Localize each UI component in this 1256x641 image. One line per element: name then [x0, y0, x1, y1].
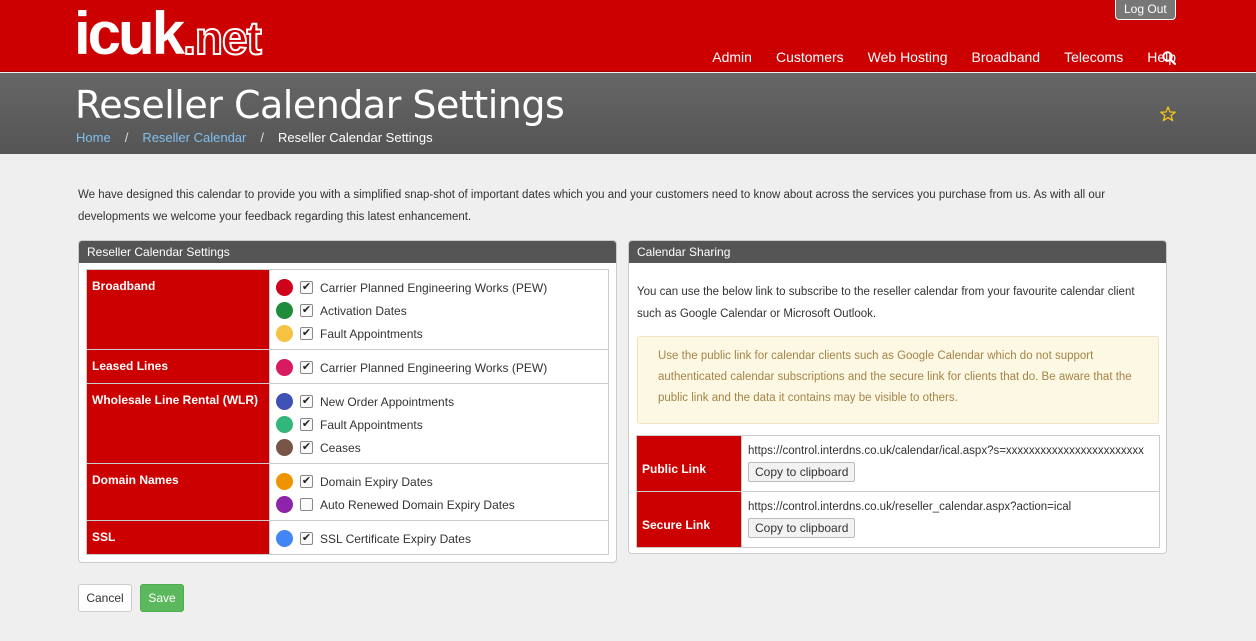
category-label: Wholesale Line Rental (WLR): [86, 383, 270, 464]
settings-table: Broadband ✔ Carrier Planned Engineering Wo…: [86, 269, 609, 555]
logo-suffix-text: .net: [182, 11, 263, 65]
option-checkbox[interactable]: ✔: [300, 281, 313, 294]
calendar-option: ✔ Carrier Planned Engineering Works (PEW): [276, 356, 602, 379]
table-row: Leased Lines ✔ Carrier Planned Engineering…: [86, 349, 609, 384]
option-label: Ceases: [320, 440, 361, 455]
nav-web-hosting[interactable]: Web Hosting: [868, 49, 948, 65]
option-label: Domain Expiry Dates: [320, 474, 433, 489]
calendar-option: Auto Renewed Domain Expiry Dates: [276, 493, 602, 516]
sharing-description: You can use the below link to subscribe …: [637, 286, 1135, 320]
option-label: New Order Appointments: [320, 394, 455, 409]
color-dot-icon: [276, 530, 293, 547]
table-row: Public Link https://control.interdns.co.…: [636, 435, 1160, 492]
category-options: ✔ Carrier Planned Engineering Works (PEW)…: [269, 269, 609, 350]
category-options: ✔ New Order Appointments ✔ Fault Appointmen…: [269, 383, 609, 464]
nav-admin[interactable]: Admin: [712, 49, 752, 65]
option-label: Fault Appointments: [320, 326, 423, 341]
option-checkbox[interactable]: ✔: [300, 441, 313, 454]
table-row: Domain Names ✔ Domain Expiry Dates Auto Ren…: [86, 463, 609, 521]
color-dot-icon: [276, 393, 293, 410]
title-band: Reseller Calendar Settings Home / Resell…: [0, 73, 1256, 154]
option-checkbox[interactable]: ✔: [300, 395, 313, 408]
color-dot-icon: [276, 325, 293, 342]
nav-broadband[interactable]: Broadband: [972, 49, 1041, 65]
panel-heading: Reseller Calendar Settings: [79, 241, 616, 263]
calendar-option: ✔ New Order Appointments: [276, 390, 602, 413]
option-label: Carrier Planned Engineering Works (PEW): [320, 280, 548, 295]
nav-customers[interactable]: Customers: [776, 49, 844, 65]
logout-button[interactable]: Log Out: [1115, 0, 1176, 20]
icuk-logo[interactable]: icuk .net: [74, 0, 263, 67]
breadcrumb-current: Reseller Calendar Settings: [278, 130, 433, 145]
category-options: ✔ Carrier Planned Engineering Works (PEW): [269, 349, 609, 384]
breadcrumb-separator: /: [260, 130, 264, 145]
option-checkbox[interactable]: ✔: [300, 475, 313, 488]
option-label: Activation Dates: [320, 303, 407, 318]
option-checkbox[interactable]: ✔: [300, 304, 313, 317]
public-link-url[interactable]: https://control.interdns.co.uk/calendar/…: [748, 445, 1153, 457]
category-options: ✔ Domain Expiry Dates Auto Renewed Domain …: [269, 463, 609, 521]
table-row: Secure Link https://control.interdns.co.…: [636, 491, 1160, 548]
category-label: Leased Lines: [86, 349, 270, 384]
option-checkbox[interactable]: ✔: [300, 532, 313, 545]
calendar-option: ✔ Activation Dates: [276, 299, 602, 322]
color-dot-icon: [276, 416, 293, 433]
color-dot-icon: [276, 496, 293, 513]
link-label: Public Link: [636, 435, 742, 492]
link-cell: https://control.interdns.co.uk/calendar/…: [741, 435, 1160, 492]
category-label: SSL: [86, 520, 270, 555]
breadcrumb: Home / Reseller Calendar / Reseller Cale…: [76, 130, 433, 145]
option-checkbox[interactable]: ✔: [300, 327, 313, 340]
cancel-button[interactable]: Cancel: [78, 584, 132, 612]
page-title: Reseller Calendar Settings: [75, 83, 565, 127]
option-checkbox[interactable]: ✔: [300, 418, 313, 431]
color-dot-icon: [276, 473, 293, 490]
link-label: Secure Link: [636, 491, 742, 548]
table-row: Wholesale Line Rental (WLR) ✔ New Order Ap…: [86, 383, 609, 464]
calendar-option: ✔ Fault Appointments: [276, 322, 602, 345]
copy-secure-link-button[interactable]: Copy to clipboard: [748, 518, 856, 538]
nav-telecoms[interactable]: Telecoms: [1064, 49, 1123, 65]
category-options: ✔ SSL Certificate Expiry Dates: [269, 520, 609, 555]
intro-text: We have designed this calendar to provid…: [78, 189, 1106, 223]
calendar-option: ✔ Carrier Planned Engineering Works (PEW): [276, 276, 602, 299]
category-label: Broadband: [86, 269, 270, 350]
option-checkbox[interactable]: [300, 498, 313, 511]
reseller-calendar-settings-panel: Reseller Calendar Settings Broadband ✔ Car…: [78, 240, 617, 563]
color-dot-icon: [276, 279, 293, 296]
color-dot-icon: [276, 302, 293, 319]
category-label: Domain Names: [86, 463, 270, 521]
option-label: Auto Renewed Domain Expiry Dates: [320, 497, 515, 512]
color-dot-icon: [276, 359, 293, 376]
breadcrumb-separator: /: [124, 130, 129, 145]
link-cell: https://control.interdns.co.uk/reseller_…: [741, 491, 1160, 548]
calendar-sharing-panel: Calendar Sharing You can use the below l…: [628, 240, 1167, 554]
breadcrumb-home[interactable]: Home: [76, 130, 111, 145]
calendar-option: ✔ Domain Expiry Dates: [276, 470, 602, 493]
calendar-option: ✔ SSL Certificate Expiry Dates: [276, 527, 602, 550]
logo-main-text: icuk: [74, 0, 185, 67]
favourite-star-icon[interactable]: [1160, 106, 1176, 122]
links-table: Public Link https://control.interdns.co.…: [636, 435, 1160, 548]
table-row: SSL ✔ SSL Certificate Expiry Dates: [86, 520, 609, 555]
table-row: Broadband ✔ Carrier Planned Engineering Wo…: [86, 269, 609, 350]
save-button[interactable]: Save: [140, 584, 184, 612]
warning-alert: Use the public link for calendar clients…: [637, 336, 1159, 424]
option-label: SSL Certificate Expiry Dates: [320, 531, 471, 546]
option-label: Fault Appointments: [320, 417, 423, 432]
top-header: icuk .net Log Out Admin Customers Web Ho…: [0, 0, 1256, 72]
color-dot-icon: [276, 439, 293, 456]
breadcrumb-reseller-calendar[interactable]: Reseller Calendar: [142, 130, 246, 145]
calendar-option: ✔ Ceases: [276, 436, 602, 459]
copy-public-link-button[interactable]: Copy to clipboard: [748, 462, 856, 482]
option-label: Carrier Planned Engineering Works (PEW): [320, 360, 548, 375]
secure-link-url[interactable]: https://control.interdns.co.uk/reseller_…: [748, 501, 1153, 513]
search-icon[interactable]: [1162, 51, 1176, 65]
calendar-option: ✔ Fault Appointments: [276, 413, 602, 436]
option-checkbox[interactable]: ✔: [300, 361, 313, 374]
panel-heading: Calendar Sharing: [629, 241, 1166, 263]
main-nav: Admin Customers Web Hosting Broadband Te…: [688, 49, 1176, 65]
